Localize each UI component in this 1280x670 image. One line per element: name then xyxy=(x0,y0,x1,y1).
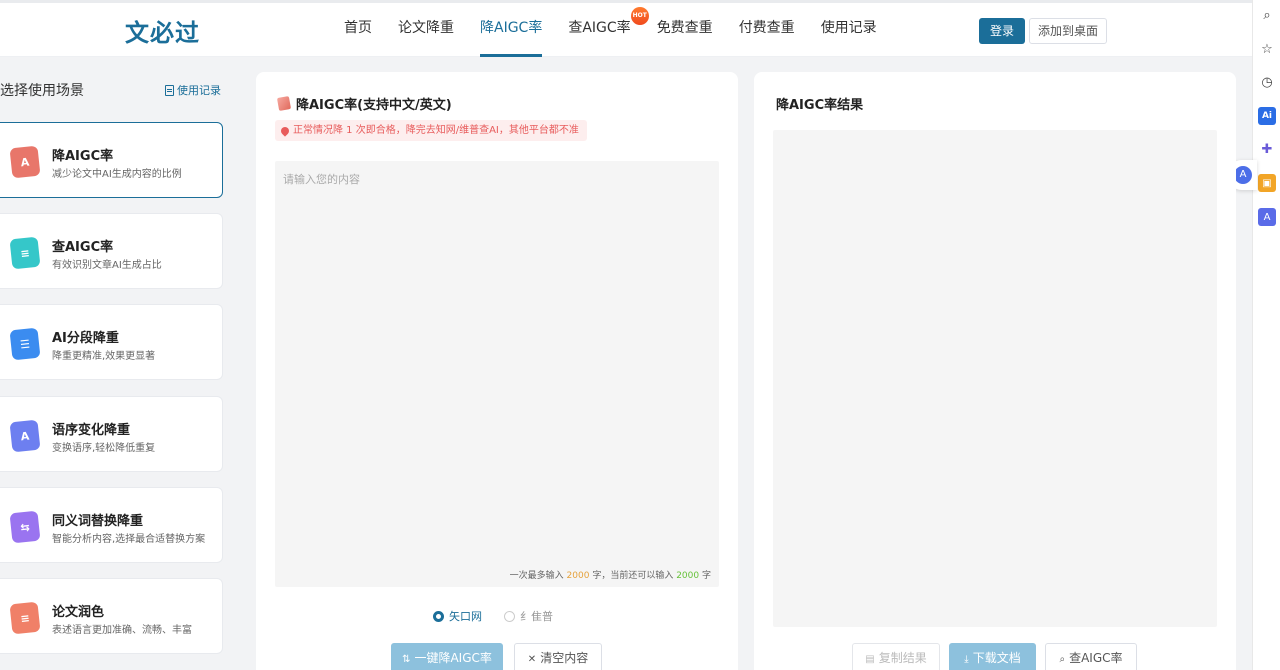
download-icon: ⤓ xyxy=(964,654,969,665)
scene-card-reduce-aigc[interactable]: A 降AIGC率 减少论文中AI生成内容的比例 xyxy=(0,122,223,198)
radio-dot xyxy=(504,610,515,622)
swap-document-icon: ⇆ xyxy=(9,510,41,544)
nav-usage-history[interactable]: 使用记录 xyxy=(809,3,889,57)
scan-document-icon: ≡ xyxy=(9,236,41,270)
sidebar-history-label: 使用记录 xyxy=(177,84,221,97)
input-panel: 降AIGC率(支持中文/英文) 正常情况降 1 次即合格，降完去知网/维普查AI… xyxy=(256,72,738,670)
polish-document-icon: ≡ xyxy=(9,601,41,635)
copy-result-button[interactable]: ▤ 复制结果 xyxy=(852,643,940,670)
browser-side-strip: ⌕ ☆ ◷ Ai ✚ ▣ A xyxy=(1252,0,1280,670)
nav-reduce-aigc[interactable]: 降AIGC率 xyxy=(468,3,554,57)
scene-name: 语序变化降重 xyxy=(52,423,131,438)
option-cnki-radio[interactable]: 矢口网 xyxy=(433,608,482,624)
star-icon[interactable]: ☆ xyxy=(1258,40,1276,58)
download-document-button[interactable]: ⤓ 下载文档 xyxy=(949,643,1036,670)
radio-dot xyxy=(433,610,444,622)
nav-free-check[interactable]: 免费查重 xyxy=(645,3,725,57)
add-to-desktop-button[interactable]: 添加到桌面 xyxy=(1029,18,1107,44)
translate-document-icon: A xyxy=(9,419,41,453)
translate-icon: A xyxy=(1234,166,1252,184)
result-panel: 降AIGC率结果 ▤ 复制结果 ⤓ 下载文档 ⌕ 查AIGC率 xyxy=(754,72,1236,670)
close-icon: ✕ xyxy=(527,654,537,665)
scene-desc: 智能分析内容,选择最合适替换方案 xyxy=(52,534,206,545)
scene-name: AI分段降重 xyxy=(52,331,119,346)
input-panel-title-text: 降AIGC率(支持中文/英文) xyxy=(296,98,452,113)
segment-document-icon: ☰ xyxy=(9,327,41,361)
scene-name: 论文润色 xyxy=(52,605,105,620)
main-nav: 首页 论文降重 降AIGC率 查AIGC率 HOT 免费查重 付费查重 使用记录 xyxy=(332,3,891,57)
scene-desc: 变换语序,轻松降低重复 xyxy=(52,443,156,454)
ai-document-icon: A xyxy=(9,145,41,179)
login-button[interactable]: 登录 xyxy=(979,18,1025,44)
ai-assistant-icon[interactable]: Ai xyxy=(1258,107,1276,125)
top-header: 文必过 首页 论文降重 降AIGC率 查AIGC率 HOT 免费查重 付费查重 … xyxy=(0,0,1252,57)
scene-card-synonym[interactable]: ⇆ 同义词替换降重 智能分析内容,选择最合适替换方案 xyxy=(0,487,223,563)
translate-icon[interactable]: A xyxy=(1258,208,1276,226)
site-logo[interactable]: 文必过 xyxy=(125,13,200,48)
scene-desc: 有效识别文章AI生成占比 xyxy=(52,260,162,271)
input-panel-title: 降AIGC率(支持中文/英文) xyxy=(276,94,452,113)
clear-content-button[interactable]: ✕ 清空内容 xyxy=(514,643,602,670)
content-input-placeholder: 请输入您的内容 xyxy=(283,173,360,186)
history-clock-icon[interactable]: ◷ xyxy=(1258,73,1276,91)
result-output[interactable] xyxy=(773,130,1217,627)
nav-check-aigc-label: 查AIGC率 xyxy=(568,20,631,36)
ai-document-icon xyxy=(276,96,292,111)
option-label: 纟隹普 xyxy=(520,610,553,623)
platform-options: 矢口网 纟隹普 xyxy=(433,608,553,624)
nav-paid-check[interactable]: 付费查重 xyxy=(727,3,807,57)
scene-desc: 降重更精准,效果更显著 xyxy=(52,351,156,362)
copy-icon: ▤ xyxy=(865,654,875,665)
nav-check-aigc[interactable]: 查AIGC率 HOT xyxy=(556,3,649,57)
result-panel-title: 降AIGC率结果 xyxy=(776,98,864,113)
scene-name: 查AIGC率 xyxy=(52,240,114,255)
nav-home[interactable]: 首页 xyxy=(332,3,384,57)
gamepad-icon[interactable]: ✚ xyxy=(1258,140,1276,158)
location-pin-icon xyxy=(279,124,291,137)
check-aigc-button[interactable]: ⌕ 查AIGC率 xyxy=(1045,643,1137,670)
arrows-icon: ⇅ xyxy=(402,654,411,665)
search-icon: ⌕ xyxy=(1059,654,1066,665)
scene-card-check-aigc[interactable]: ≡ 查AIGC率 有效识别文章AI生成占比 xyxy=(0,213,223,289)
scene-name: 降AIGC率 xyxy=(52,149,114,164)
nav-paper-reduce[interactable]: 论文降重 xyxy=(386,3,466,57)
sidebar-history-link[interactable]: 使用记录 xyxy=(165,82,221,98)
scene-section-title: 选择使用场景 xyxy=(0,83,84,99)
char-counter: 一次最多输入 2000 字，当前还可以输入 2000 字 xyxy=(509,571,711,581)
notice-text: 正常情况降 1 次即合格，降完去知网/维普查AI，其他平台都不准 xyxy=(293,125,579,136)
notice-banner: 正常情况降 1 次即合格，降完去知网/维普查AI，其他平台都不准 xyxy=(275,120,587,141)
scene-name: 同义词替换降重 xyxy=(52,514,144,529)
option-vip-radio[interactable]: 纟隹普 xyxy=(504,608,553,624)
scene-card-ai-segment[interactable]: ☰ AI分段降重 降重更精准,效果更显著 xyxy=(0,304,223,380)
reduce-aigc-button[interactable]: ⇅ 一键降AIGC率 xyxy=(391,643,503,670)
option-label: 矢口网 xyxy=(449,610,482,623)
content-input[interactable]: 请输入您的内容 一次最多输入 2000 字，当前还可以输入 2000 字 xyxy=(275,161,719,587)
gift-icon[interactable]: ▣ xyxy=(1258,174,1276,192)
scene-desc: 表述语言更加准确、流畅、丰富 xyxy=(52,625,192,636)
scene-desc: 减少论文中AI生成内容的比例 xyxy=(52,169,182,180)
scene-card-polish[interactable]: ≡ 论文润色 表述语言更加准确、流畅、丰富 xyxy=(0,578,223,654)
search-icon[interactable]: ⌕ xyxy=(1258,6,1276,24)
scene-card-word-order[interactable]: A 语序变化降重 变换语序,轻松降低重复 xyxy=(0,396,223,472)
document-icon xyxy=(165,84,174,96)
